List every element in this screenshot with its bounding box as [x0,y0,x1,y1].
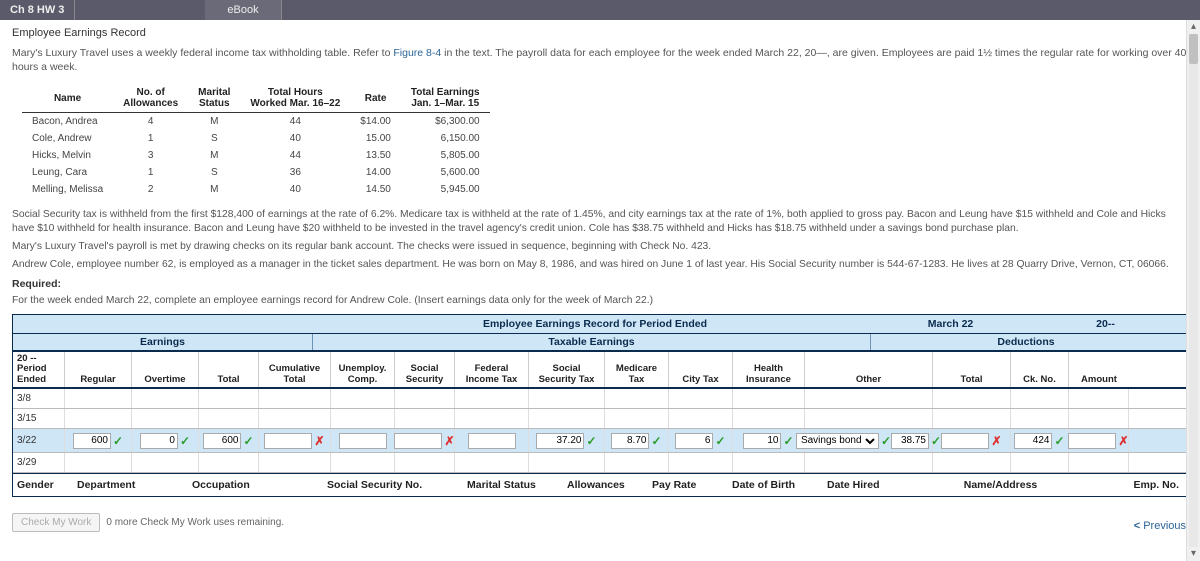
ck-input[interactable] [1014,433,1052,449]
total-input[interactable] [203,433,241,449]
hired-label: Date Hired [823,479,913,491]
vertical-scrollbar[interactable]: ▴ ▾ [1186,20,1200,561]
ss-input[interactable] [394,433,442,449]
other-amount-input[interactable] [891,433,929,449]
med-input[interactable] [611,433,649,449]
deductions-section: Deductions [871,334,1181,350]
health-input[interactable] [743,433,781,449]
earnings-section: Earnings [13,334,313,350]
hw-title: Ch 8 HW 3 [0,0,75,20]
dept-label: Department [73,479,188,491]
payrate-label: Pay Rate [648,479,728,491]
record-row: 3/8 [13,389,1187,409]
paragraph-2: Mary's Luxury Travel's payroll is met by… [12,240,1188,254]
payroll-row: Leung, Cara1S3614.005,600.00 [22,164,490,181]
fed-input[interactable] [468,433,516,449]
record-row: 3/22✓✓✓✗✗✓✓✓✓Savings bond✓ ✓✗✓✗ [13,429,1187,453]
payroll-row: Cole, Andrew1S4015.006,150.00 [22,130,490,147]
cum-input[interactable] [264,433,312,449]
page-title: Employee Earnings Record [12,27,1188,39]
ssn-label: Social Security No. [323,479,463,491]
address-label: Name/Address [913,479,1088,491]
required-label: Required: [12,278,1188,290]
record-title: Employee Earnings Record for Period Ende… [317,318,873,330]
scroll-up-arrow[interactable]: ▴ [1187,20,1200,34]
required-text: For the week ended March 22, complete an… [12,294,1188,308]
dedtot-input[interactable] [941,433,989,449]
other-select[interactable]: Savings bond [796,433,879,449]
earnings-record: Employee Earnings Record for Period Ende… [12,314,1188,497]
sstax-input[interactable] [536,433,584,449]
figure-link[interactable]: Figure 8-4 [393,47,441,59]
payroll-row: Melling, Melissa2M4014.505,945.00 [22,181,490,198]
reg-input[interactable] [73,433,111,449]
allowances-label: Allowances [563,479,648,491]
scroll-down-arrow[interactable]: ▾ [1187,547,1200,561]
scroll-thumb[interactable] [1189,34,1198,64]
dob-label: Date of Birth [728,479,823,491]
record-year: 20-- [1028,318,1183,330]
record-row: 3/15 [13,409,1187,429]
check-remaining: 0 more Check My Work uses remaining. [106,517,284,528]
city-input[interactable] [675,433,713,449]
taxable-section: Taxable Earnings [313,334,871,350]
ebook-tab[interactable]: eBook [205,0,281,20]
unemp-input[interactable] [339,433,387,449]
check-my-work-button[interactable]: Check My Work [12,513,100,532]
paragraph-3: Andrew Cole, employee number 62, is empl… [12,258,1188,272]
record-date: March 22 [873,318,1028,330]
payroll-table: Name No. of Allowances Marital Status To… [22,84,490,198]
intro-text: Mary's Luxury Travel uses a weekly feder… [12,47,1188,74]
payroll-row: Hicks, Melvin3M4413.505,805.00 [22,147,490,164]
previous-link[interactable]: Previous [1134,520,1186,532]
marital-label: Marital Status [463,479,563,491]
ot-input[interactable] [140,433,178,449]
gender-label: Gender [13,479,73,491]
paragraph-1: Social Security tax is withheld from the… [12,208,1188,236]
record-row: 3/29 [13,453,1187,473]
payroll-row: Bacon, Andrea4M44$14.00$6,300.00 [22,113,490,131]
amt-input[interactable] [1068,433,1116,449]
occupation-label: Occupation [188,479,323,491]
empno-label: Emp. No. [1088,479,1187,491]
